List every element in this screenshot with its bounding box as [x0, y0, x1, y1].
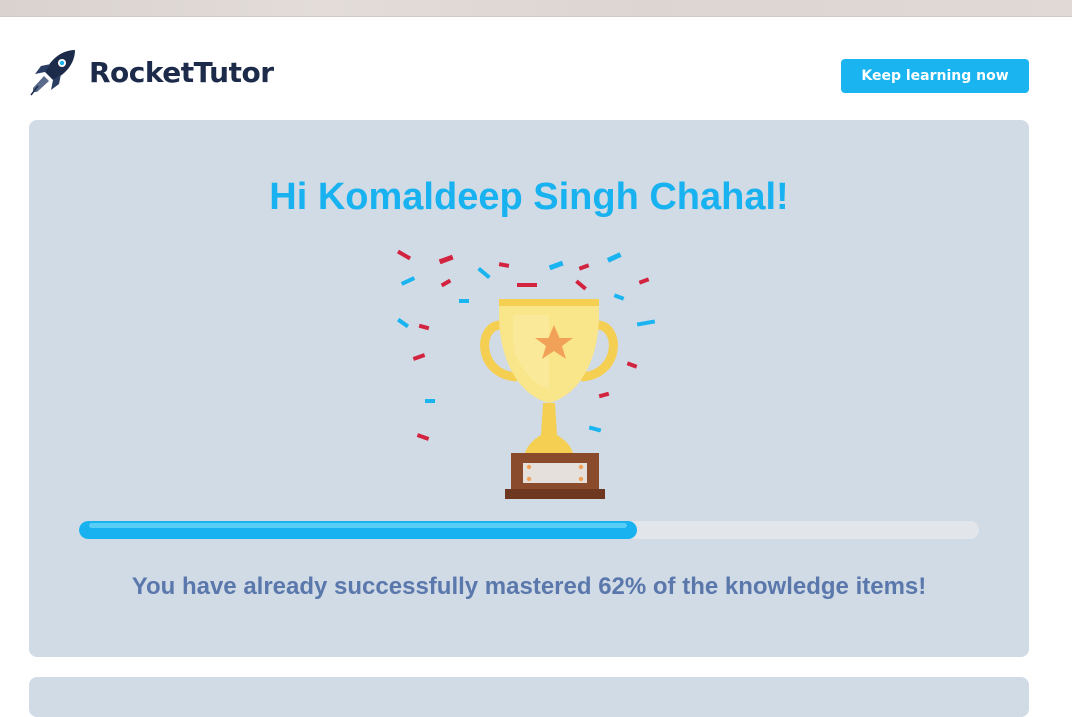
greeting-heading: Hi Komaldeep Singh Chahal! — [269, 176, 789, 218]
trophy-icon — [396, 249, 656, 499]
page-header: RocketTutor Keep learning now — [29, 46, 1029, 98]
keep-learning-button[interactable]: Keep learning now — [841, 59, 1029, 93]
mastery-message: You have already successfully mastered 6… — [131, 573, 927, 600]
rocket-icon — [30, 50, 75, 96]
next-card — [29, 677, 1029, 717]
brand-name: RocketTutor — [89, 55, 274, 89]
mastery-progress-highlight — [89, 523, 627, 528]
mastery-progress-bar — [79, 521, 979, 539]
progress-card: Hi Komaldeep Singh Chahal! You have alre… — [29, 120, 1029, 657]
top-banner-strip — [0, 0, 1072, 17]
brand-logo[interactable]: RocketTutor — [29, 46, 274, 98]
